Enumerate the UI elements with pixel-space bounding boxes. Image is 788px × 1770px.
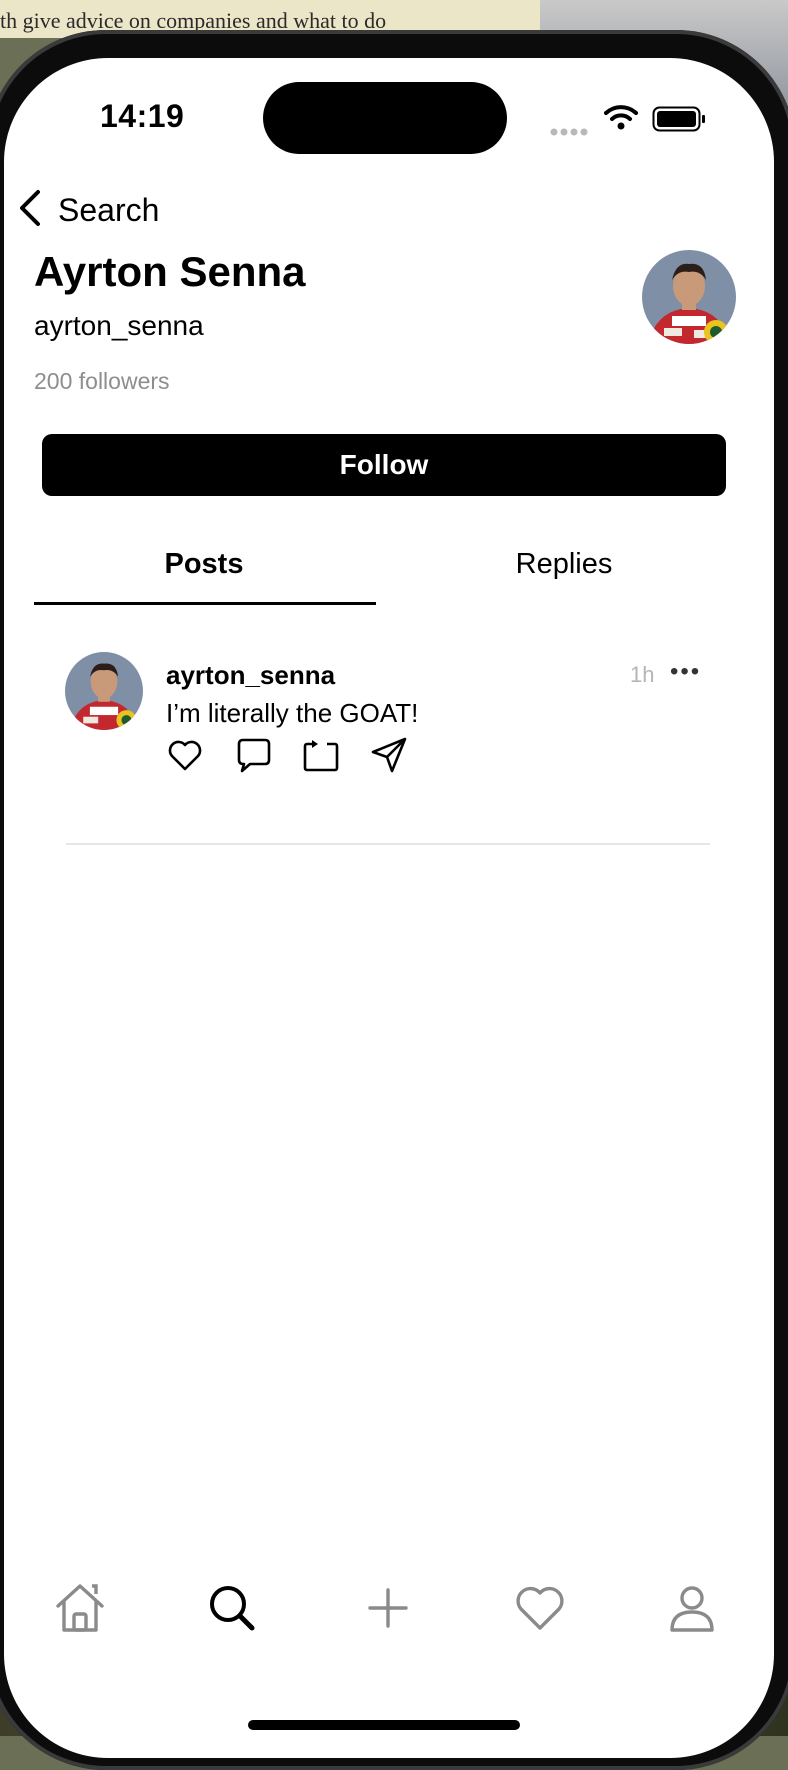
plus-icon[interactable] [358,1578,418,1638]
profile-icon[interactable] [662,1578,722,1638]
status-time: 14:19 [100,98,185,134]
phone-screen: 14:19 Search Ayrton Senna ayrton_senna 2… [4,58,774,1758]
battery-icon [652,106,706,137]
chevron-left-icon [18,188,42,233]
post-divider [66,843,710,845]
wifi-icon [604,104,638,135]
send-icon[interactable] [370,736,408,774]
profile-name: Ayrton Senna [34,248,306,295]
post-text: I’m literally the GOAT! [166,698,419,728]
search-icon[interactable] [202,1578,262,1638]
back-label: Search [58,191,160,228]
comment-icon[interactable] [234,736,272,774]
post-avatar[interactable] [65,652,143,730]
dynamic-island [263,82,507,154]
active-tab-indicator [34,602,376,605]
profile-avatar[interactable] [642,250,736,344]
bottom-tab-bar [4,1578,774,1648]
tab-replies[interactable]: Replies [394,548,734,581]
profile-handle: ayrton_senna [34,310,204,341]
post-actions [166,736,408,774]
post-item[interactable]: ayrton_senna 1h ••• I’m literally the GO… [4,628,774,788]
home-indicator[interactable] [248,1720,520,1730]
more-options-icon[interactable]: ••• [670,658,701,686]
home-icon[interactable] [50,1578,110,1638]
followers-count[interactable]: 200 followers [34,368,170,395]
post-timestamp: 1h [630,662,655,687]
phone-frame: 14:19 Search Ayrton Senna ayrton_senna 2… [0,30,788,1770]
post-author[interactable]: ayrton_senna [166,660,335,691]
heart-icon[interactable] [166,736,204,774]
signal-icon [550,124,590,142]
back-button[interactable]: Search [18,186,159,234]
follow-button[interactable]: Follow [42,434,726,496]
tab-posts[interactable]: Posts [34,548,374,581]
heart-icon[interactable] [510,1578,570,1638]
repost-icon[interactable] [302,736,340,774]
